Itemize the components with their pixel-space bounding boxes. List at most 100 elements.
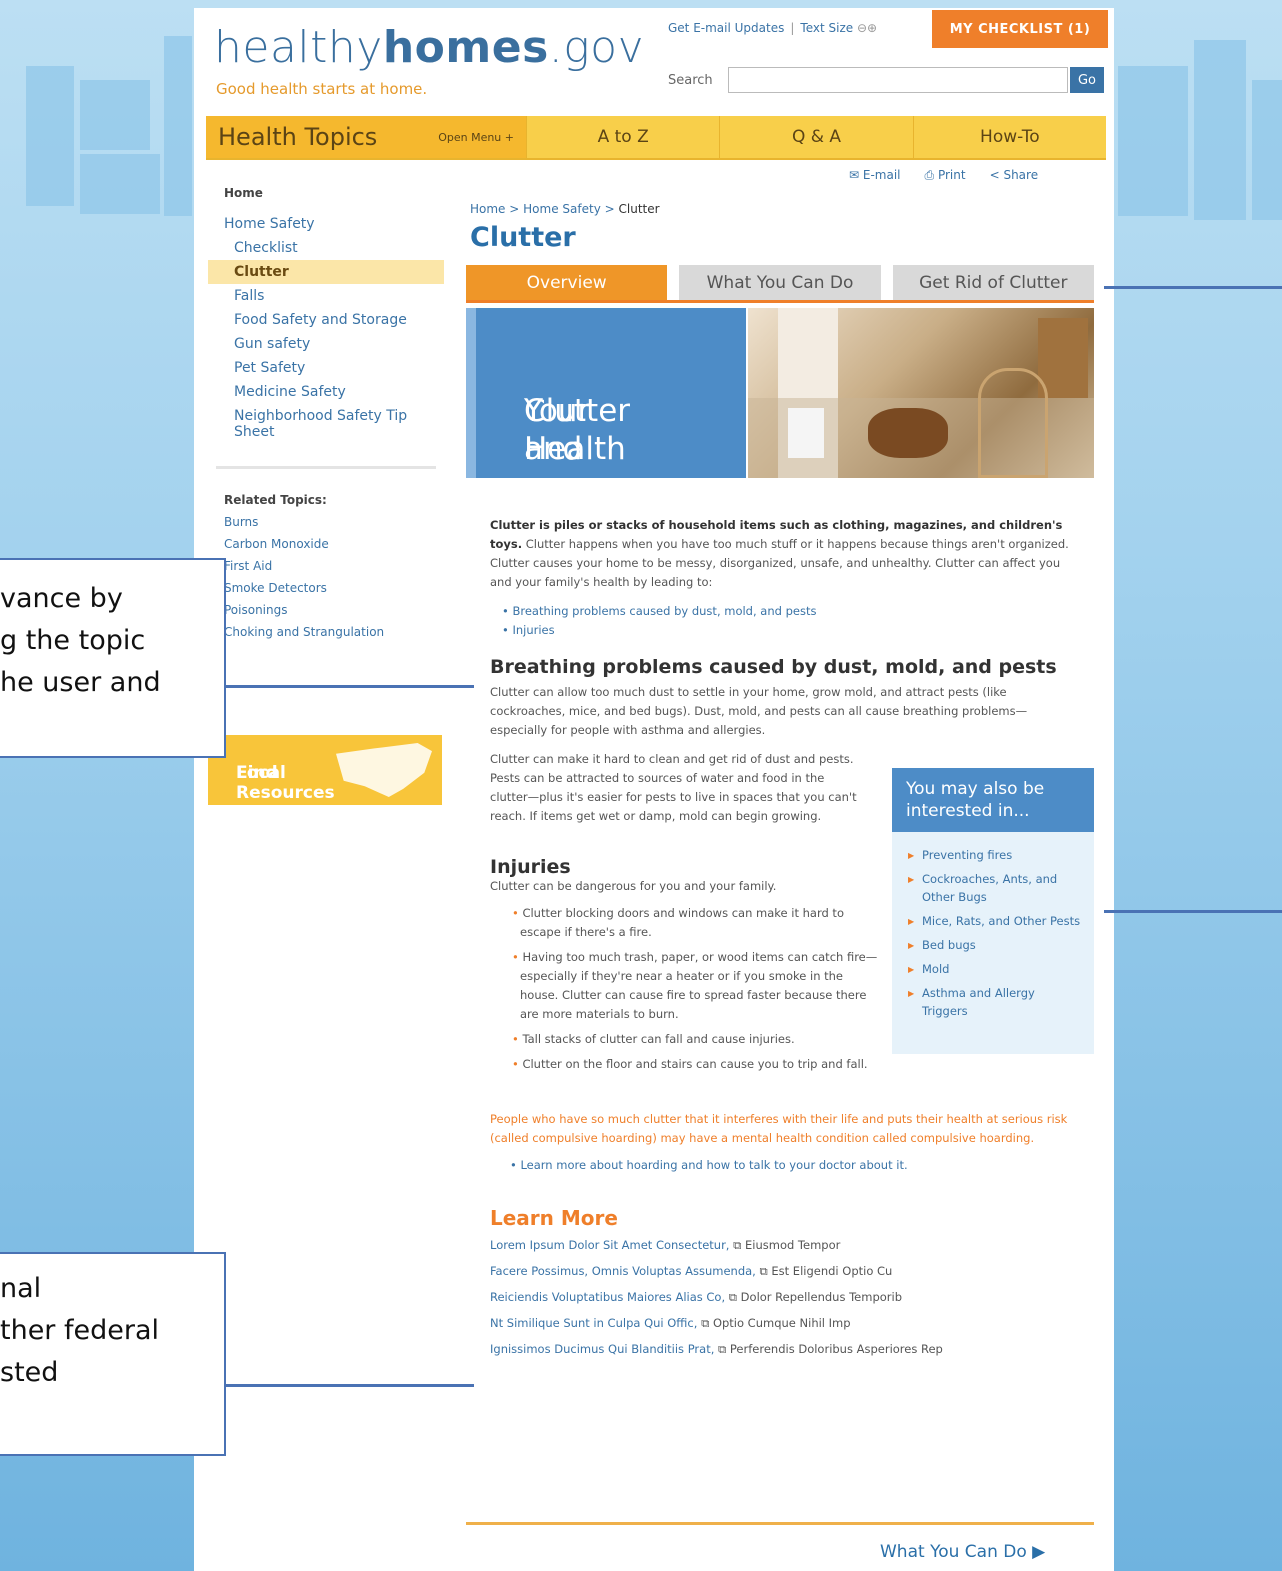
section-heading-breathing: Breathing problems caused by dust, mold,… bbox=[490, 656, 1057, 678]
background-building bbox=[1252, 80, 1282, 220]
learn-more-heading: Learn More bbox=[490, 1206, 618, 1230]
external-link-icon: ⧉ bbox=[701, 1316, 710, 1330]
related-topics-title: Related Topics: bbox=[224, 493, 327, 507]
breadcrumb-home-safety[interactable]: Home Safety bbox=[523, 202, 601, 216]
hero-photo bbox=[748, 308, 1094, 478]
sidebar-section-home-safety[interactable]: Home Safety bbox=[208, 212, 444, 236]
tab-get-rid-of-clutter[interactable]: Get Rid of Clutter bbox=[892, 265, 1094, 300]
page-title: Clutter bbox=[470, 222, 576, 253]
external-link-icon: ⧉ bbox=[718, 1342, 727, 1356]
nav-item-q-and-a[interactable]: Q & A bbox=[719, 116, 912, 158]
related-topic-link[interactable]: Carbon Monoxide bbox=[208, 533, 444, 555]
open-menu-button[interactable]: Open Menu + bbox=[438, 131, 514, 144]
text-size-increase-icon[interactable]: ⊕ bbox=[867, 21, 877, 35]
content-tabs: Overview What You Can Do Get Rid of Clut… bbox=[466, 265, 1094, 303]
search-label: Search bbox=[668, 73, 713, 88]
search-input[interactable] bbox=[728, 67, 1068, 93]
injury-bullet: • Clutter on the floor and stairs can ca… bbox=[512, 1057, 868, 1071]
site-logo[interactable]: healthyhomes.gov bbox=[214, 22, 644, 73]
bullet-link[interactable]: • Breathing problems caused by dust, mol… bbox=[490, 602, 1080, 621]
annotation-line bbox=[226, 1384, 474, 1387]
footer-divider bbox=[466, 1522, 1094, 1525]
text-size-decrease-icon[interactable]: ⊖ bbox=[857, 21, 867, 35]
related-box-link[interactable]: Mold bbox=[892, 960, 1094, 979]
sidebar-home[interactable]: Home bbox=[208, 182, 444, 204]
external-link-icon: ⧉ bbox=[759, 1264, 768, 1278]
injury-bullet: • Clutter blocking doors and windows can… bbox=[512, 906, 844, 939]
text-size-label: Text Size bbox=[800, 21, 854, 35]
external-link-icon: ⧉ bbox=[728, 1290, 738, 1304]
sidebar-item-neighborhood-safety[interactable]: Neighborhood Safety Tip Sheet bbox=[208, 404, 444, 444]
annotation-callout-1: vance by g the topic he user and bbox=[0, 558, 226, 758]
related-box-title: You may also be interested in... bbox=[892, 768, 1094, 832]
injury-bullet: • Tall stacks of clutter can fall and ca… bbox=[512, 1032, 795, 1046]
share-tool[interactable]: < Share bbox=[990, 168, 1039, 183]
annotation-line bbox=[226, 685, 474, 688]
hero-title-box: Clutter and Your Health bbox=[466, 308, 746, 478]
health-topics-menu[interactable]: Health Topics Open Menu + bbox=[206, 116, 526, 158]
learn-more-link[interactable]: Facere Possimus, Omnis Voluptas Assumend… bbox=[490, 1258, 1080, 1284]
learn-more-link[interactable]: Nt Similique Sunt in Culpa Qui Offic, ⧉ … bbox=[490, 1310, 1080, 1336]
page-tools: ✉ E-mail ⎙ Print < Share bbox=[849, 168, 1038, 183]
sidebar-item-checklist[interactable]: Checklist bbox=[208, 236, 444, 260]
email-updates-link[interactable]: Get E-mail Updates bbox=[668, 21, 784, 35]
main-nav: Health Topics Open Menu + A to Z Q & A H… bbox=[206, 116, 1106, 160]
related-box-link[interactable]: Asthma and Allergy Triggers bbox=[892, 984, 1094, 1020]
us-map-icon bbox=[336, 743, 432, 797]
breadcrumb-home[interactable]: Home bbox=[470, 202, 505, 216]
learn-more-links: Lorem Ipsum Dolor Sit Amet Consectetur, … bbox=[490, 1232, 1080, 1362]
background-building bbox=[164, 36, 192, 216]
external-link-icon: ⧉ bbox=[733, 1238, 742, 1252]
hoarding-note: People who have so much clutter that it … bbox=[490, 1112, 1068, 1145]
sidebar-item-food-safety[interactable]: Food Safety and Storage bbox=[208, 308, 444, 332]
related-topic-link[interactable]: Smoke Detectors bbox=[208, 577, 444, 599]
bullet-link[interactable]: • Injuries bbox=[490, 621, 1080, 640]
related-box-link[interactable]: Preventing fires bbox=[892, 846, 1094, 865]
background-building bbox=[1194, 40, 1246, 220]
left-sidebar: Home Home Safety Checklist Clutter Falls… bbox=[208, 182, 444, 643]
related-box-link[interactable]: Bed bugs bbox=[892, 936, 1094, 955]
sidebar-item-pet-safety[interactable]: Pet Safety bbox=[208, 356, 444, 380]
intro-paragraph: Clutter is piles or stacks of household … bbox=[490, 518, 1069, 589]
find-local-resources-banner[interactable]: Find Local Resources bbox=[208, 735, 442, 805]
hero-banner: Clutter and Your Health bbox=[466, 308, 1094, 478]
hoarding-link[interactable]: • Learn more about hoarding and how to t… bbox=[490, 1156, 1080, 1175]
related-topic-link[interactable]: Poisonings bbox=[208, 599, 444, 621]
search-go-button[interactable]: Go bbox=[1070, 67, 1104, 93]
learn-more-link[interactable]: Lorem Ipsum Dolor Sit Amet Consectetur, … bbox=[490, 1232, 1080, 1258]
nav-item-how-to[interactable]: How-To bbox=[912, 116, 1106, 158]
next-page-link[interactable]: What You Can Do ▶ bbox=[880, 1542, 1045, 1562]
breadcrumb-current: Clutter bbox=[618, 202, 660, 216]
sidebar-item-clutter[interactable]: Clutter bbox=[208, 260, 444, 284]
breadcrumb: Home > Home Safety > Clutter bbox=[470, 202, 660, 216]
sidebar-divider bbox=[216, 466, 436, 469]
background-building bbox=[80, 154, 160, 214]
email-tool[interactable]: ✉ E-mail bbox=[849, 168, 901, 183]
related-topic-link[interactable]: Burns bbox=[208, 511, 444, 533]
sidebar-item-medicine-safety[interactable]: Medicine Safety bbox=[208, 380, 444, 404]
page-panel: healthyhomes.gov Good health starts at h… bbox=[194, 8, 1114, 1571]
my-checklist-button[interactable]: MY CHECKLIST (1) bbox=[932, 10, 1108, 48]
related-box-link[interactable]: Mice, Rats, and Other Pests bbox=[892, 912, 1094, 931]
utility-links: Get E-mail Updates | Text Size ⊖⊕ bbox=[668, 21, 878, 35]
annotation-line bbox=[1104, 286, 1282, 289]
sidebar-item-gun-safety[interactable]: Gun safety bbox=[208, 332, 444, 356]
nav-item-a-to-z[interactable]: A to Z bbox=[526, 116, 719, 158]
background-building bbox=[80, 80, 150, 150]
printer-icon: ⎙ bbox=[924, 168, 935, 182]
share-icon: < bbox=[989, 168, 1000, 182]
injury-bullet: • Having too much trash, paper, or wood … bbox=[512, 950, 878, 1021]
background-building bbox=[1118, 66, 1188, 216]
related-box-link[interactable]: Cockroaches, Ants, and Other Bugs bbox=[892, 870, 1094, 906]
tab-overview[interactable]: Overview bbox=[466, 265, 668, 300]
annotation-line bbox=[1104, 910, 1282, 913]
health-topics-label: Health Topics bbox=[218, 123, 378, 151]
learn-more-link[interactable]: Reiciendis Voluptatibus Maiores Alias Co… bbox=[490, 1284, 1080, 1310]
print-tool[interactable]: ⎙ Print bbox=[925, 168, 966, 183]
tab-what-you-can-do[interactable]: What You Can Do bbox=[679, 265, 881, 300]
related-topic-link[interactable]: Choking and Strangulation bbox=[208, 621, 444, 643]
sidebar-item-falls[interactable]: Falls bbox=[208, 284, 444, 308]
learn-more-link[interactable]: Ignissimos Ducimus Qui Blanditiis Prat, … bbox=[490, 1336, 1080, 1362]
related-topic-link[interactable]: First Aid bbox=[208, 555, 444, 577]
site-tagline: Good health starts at home. bbox=[216, 80, 428, 98]
